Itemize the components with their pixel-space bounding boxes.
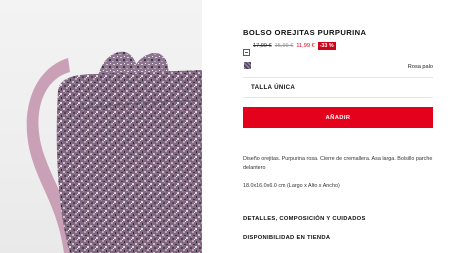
product-info-panel: BOLSO OREJITAS PURPURINA 17,99 € 15,99 €…: [243, 0, 433, 253]
divider: [243, 97, 433, 98]
divider: [243, 77, 433, 78]
size-option[interactable]: TALLA ÚNICA: [251, 84, 295, 91]
product-description: Diseño orejitas. Purpurina rosa. Cierre …: [243, 156, 433, 171]
glitter-bag-illustration: [26, 51, 202, 253]
color-name: Rosa palo: [407, 64, 433, 70]
bag-body: [56, 70, 202, 253]
previous-price: 15,99 €: [274, 43, 294, 49]
current-price: 11,99 €: [296, 43, 315, 49]
product-dimensions: 18.0x16.0x6.0 cm (Largo x Alto x Ancho): [243, 183, 340, 189]
details-section-link[interactable]: DETALLES, COMPOSICIÓN Y CUIDADOS: [243, 216, 366, 222]
product-image: [0, 0, 202, 253]
price-row: 17,99 € 15,99 € 11,99 € -33 %: [243, 41, 336, 56]
store-availability-link[interactable]: DISPONIBILIDAD EN TIENDA: [243, 235, 330, 241]
price-info-icon[interactable]: [243, 43, 250, 56]
add-to-cart-button[interactable]: AÑADIR: [243, 107, 433, 128]
product-title: BOLSO OREJITAS PURPURINA: [243, 28, 367, 37]
original-price: 17,99 €: [253, 43, 272, 49]
color-swatch[interactable]: [244, 62, 251, 69]
discount-badge: -33 %: [317, 42, 336, 50]
